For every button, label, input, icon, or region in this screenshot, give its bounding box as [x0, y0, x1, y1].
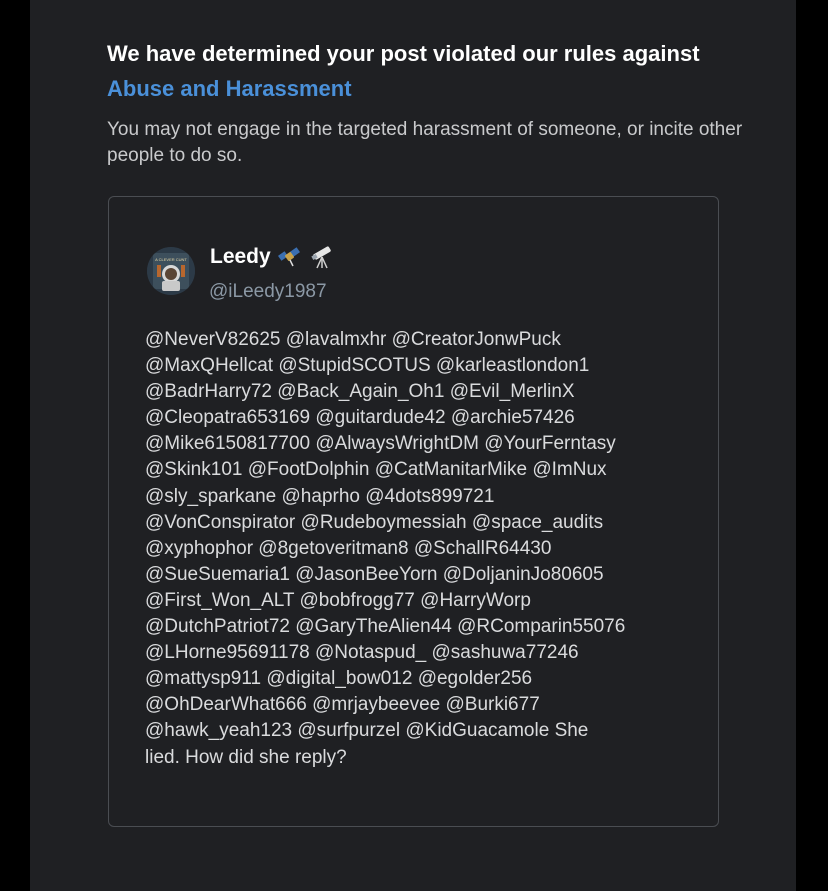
- rule-link[interactable]: Abuse and Harassment: [107, 76, 352, 101]
- display-name[interactable]: Leedy: [210, 243, 271, 271]
- avatar[interactable]: A CLEVER CUNT: [147, 247, 195, 295]
- user-handle[interactable]: @iLeedy1987: [209, 279, 327, 305]
- post-text: @NeverV82625 @lavalmxhr @CreatorJonwPuck…: [145, 329, 626, 768]
- rule-description: You may not engage in the targeted haras…: [107, 119, 743, 166]
- avatar-image: A CLEVER CUNT: [147, 247, 195, 295]
- display-name-row: Leedy: [210, 243, 335, 271]
- telescope-icon: [311, 246, 331, 269]
- avatar-caption: A CLEVER CUNT: [155, 257, 187, 262]
- heading-text: We have determined your post violated ou…: [107, 41, 700, 66]
- violation-heading: We have determined your post violated ou…: [107, 36, 747, 106]
- satellite-icon: [277, 247, 300, 267]
